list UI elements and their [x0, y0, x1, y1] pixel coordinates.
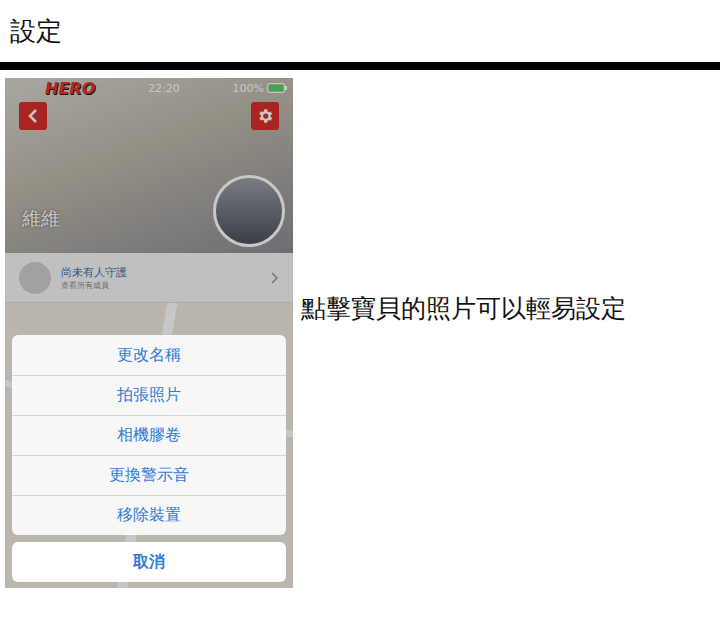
action-option[interactable]: 更改名稱 [12, 335, 286, 375]
title-rule [0, 62, 720, 70]
action-options: 更改名稱拍張照片相機膠卷更換警示音移除裝置 [12, 335, 286, 535]
page-title: 設定 [0, 0, 720, 62]
cancel-group: 取消 [12, 542, 286, 582]
phone-screenshot: HERO22:20100%維維尚未有人守護查看所有成員更改名稱拍張照片相機膠卷更… [5, 78, 293, 588]
page: 設定 HERO22:20100%維維尚未有人守護查看所有成員更改名稱拍張照片相機膠… [0, 0, 720, 618]
caption: 點擊寶貝的照片可以輕易設定 [301, 292, 626, 588]
cancel-button[interactable]: 取消 [12, 542, 286, 582]
action-sheet: 更改名稱拍張照片相機膠卷更換警示音移除裝置取消 [12, 335, 286, 582]
action-option[interactable]: 拍張照片 [12, 375, 286, 415]
action-option[interactable]: 更換警示音 [12, 455, 286, 495]
content: HERO22:20100%維維尚未有人守護查看所有成員更改名稱拍張照片相機膠卷更… [0, 70, 720, 588]
action-option[interactable]: 移除裝置 [12, 495, 286, 535]
action-option[interactable]: 相機膠卷 [12, 415, 286, 455]
